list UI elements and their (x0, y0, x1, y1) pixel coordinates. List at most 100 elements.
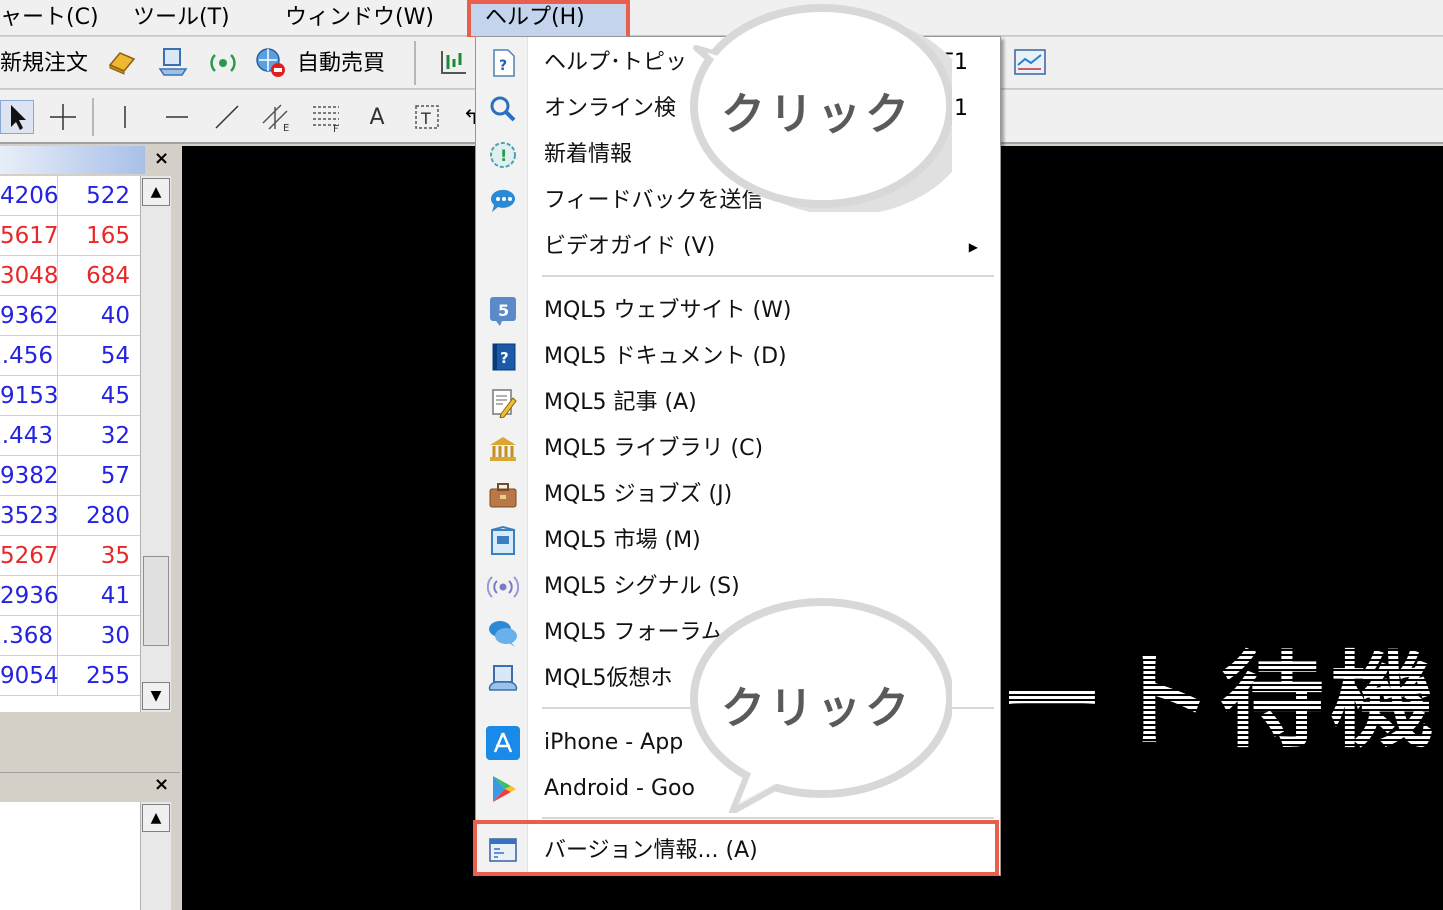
table-row[interactable]: 9153 45 (0, 376, 140, 416)
bid-cell: .368 (0, 616, 58, 656)
app-store-icon (486, 726, 520, 760)
articles-icon (486, 386, 520, 420)
svg-text:?: ? (500, 349, 509, 367)
bid-cell: 3048 (0, 256, 59, 296)
table-row[interactable]: 9382 57 (0, 456, 140, 496)
svg-text:F: F (333, 124, 339, 133)
spread-cell: 684 (86, 263, 130, 289)
table-row[interactable]: 5267 35 (0, 536, 140, 576)
navigator-header (0, 772, 180, 800)
table-row[interactable]: .368 30 (0, 616, 140, 656)
scroll-up-button[interactable]: ▲ (142, 804, 170, 832)
crosshair-icon[interactable] (46, 100, 80, 134)
scroll-thumb[interactable] (143, 556, 169, 646)
callout-text: クリック (721, 683, 913, 734)
spread-cell: 255 (86, 663, 130, 689)
table-row[interactable]: 3523 280 (0, 496, 140, 536)
svg-text:5: 5 (498, 301, 509, 320)
menu-separator (542, 275, 994, 277)
table-row[interactable]: 2936 41 (0, 576, 140, 616)
bid-cell: 2936 (0, 576, 59, 616)
click-callout-bottom: クリック (682, 598, 952, 813)
menu-help-highlight[interactable]: ヘルプ(H) (467, 0, 630, 40)
new-order-button[interactable]: 新規注文 (0, 45, 88, 77)
svg-text:T: T (420, 109, 431, 128)
bid-cell: 5617 (0, 216, 59, 256)
text-label-icon[interactable]: T (410, 100, 444, 134)
google-play-icon (486, 772, 520, 806)
feedback-icon (486, 184, 520, 218)
spread-cell: 54 (100, 343, 130, 369)
menu-item-mql5-documentation[interactable]: ? MQL5 ドキュメント (D) (476, 335, 1000, 379)
menu-separator (542, 817, 994, 819)
auto-trading-button[interactable]: 自動売買 (297, 45, 385, 77)
spread-cell: 57 (100, 463, 130, 489)
menu-tools[interactable]: ツール(T) (133, 2, 230, 34)
click-callout-top: クリック (682, 2, 952, 212)
spread-cell: 30 (100, 623, 130, 649)
spread-cell: 45 (100, 383, 130, 409)
menu-item-mql5-articles[interactable]: MQL5 記事 (A) (476, 381, 1000, 425)
library-icon (486, 432, 520, 466)
text-icon[interactable]: A (360, 100, 394, 134)
spread-cell: 165 (86, 223, 130, 249)
cursor-icon[interactable] (0, 100, 34, 134)
horizontal-line-icon[interactable] (160, 100, 194, 134)
mql5-website-icon: 5 (486, 294, 520, 328)
market-watch-header (0, 146, 145, 174)
bid-cell: 9382 (0, 456, 59, 496)
table-row[interactable]: 9054 255 (0, 656, 140, 696)
table-row[interactable]: .443 32 (0, 416, 140, 456)
bar-chart-icon[interactable] (436, 45, 470, 79)
bid-cell: .456 (0, 336, 58, 376)
menu-item-mql5-jobs[interactable]: MQL5 ジョブズ (J) (476, 473, 1000, 517)
menu-chart[interactable]: ャート(C) (0, 2, 99, 34)
news-icon: ! (486, 138, 520, 172)
terminal-icon[interactable] (156, 45, 190, 79)
market-watch-table: 4206 522 5617 165 3048 684 9362 40 .456 54 91… (0, 176, 140, 712)
gold-bar-icon[interactable] (104, 45, 138, 79)
spread-cell: 32 (100, 423, 130, 449)
scroll-up-button[interactable]: ▲ (142, 178, 170, 206)
menu-item-mql5-library[interactable]: MQL5 ライブラリ (C) (476, 427, 1000, 471)
bid-cell: 9054 (0, 656, 59, 696)
spread-cell: 280 (86, 503, 130, 529)
bid-cell: 5267 (0, 536, 59, 576)
bid-cell: 4206 (0, 176, 59, 216)
scroll-down-button[interactable]: ▼ (142, 682, 170, 710)
forum-icon (486, 616, 520, 650)
menu-item-video-guide[interactable]: ビデオガイド (V) ▶ (476, 225, 1000, 269)
spread-cell: 35 (100, 543, 130, 569)
toolbar-separator (92, 98, 94, 136)
table-row[interactable]: .456 54 (0, 336, 140, 376)
search-icon (486, 92, 520, 126)
signals-toolbar-icon[interactable] (206, 46, 240, 80)
auto-trading-icon[interactable] (254, 45, 288, 79)
menu-help[interactable]: ヘルプ(H) (485, 2, 585, 34)
menu-item-mql5-market[interactable]: MQL5 市場 (M) (476, 519, 1000, 563)
table-row[interactable]: 4206 522 (0, 176, 140, 216)
equidistant-channel-icon[interactable]: E (260, 100, 294, 134)
table-row[interactable]: 3048 684 (0, 256, 140, 296)
svg-text:E: E (283, 123, 289, 133)
menu-item-mql5-website[interactable]: 5 MQL5 ウェブサイト (W) (476, 289, 1000, 333)
vertical-line-icon[interactable] (108, 100, 142, 134)
fibonacci-icon[interactable]: F (310, 100, 344, 134)
bid-cell: 9362 (0, 296, 59, 336)
indicators-icon[interactable] (1013, 45, 1047, 79)
trendline-icon[interactable] (210, 100, 244, 134)
documentation-icon: ? (486, 340, 520, 374)
close-icon[interactable]: × (154, 148, 169, 169)
market-icon (486, 524, 520, 558)
spread-cell: 40 (100, 303, 130, 329)
bid-cell: .443 (0, 416, 58, 456)
vps-icon (486, 662, 520, 696)
bid-cell: 9153 (0, 376, 59, 416)
table-row[interactable]: 9362 40 (0, 296, 140, 336)
menu-window[interactable]: ウィンドウ(W) (285, 2, 434, 34)
vertical-scrollbar[interactable]: ▲ ▼ (140, 176, 171, 712)
svg-text:?: ? (499, 58, 507, 74)
vertical-scrollbar[interactable]: ▲ (140, 802, 171, 910)
table-row[interactable]: 5617 165 (0, 216, 140, 256)
close-icon[interactable]: × (154, 774, 169, 795)
